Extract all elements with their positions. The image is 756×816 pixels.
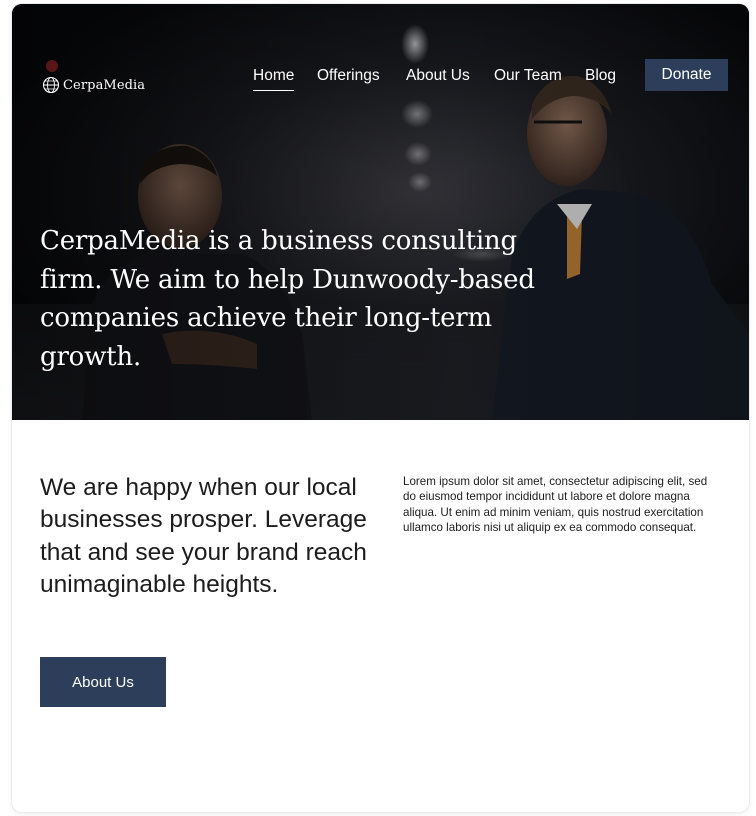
hero-headline: CerpaMedia is a business consulting firm… xyxy=(40,226,535,372)
hero-section: CerpaMedia Home Offerings About Us Our T… xyxy=(12,4,749,420)
donate-button[interactable]: Donate xyxy=(645,59,728,91)
brand-logo[interactable]: CerpaMedia xyxy=(42,76,145,94)
brand-name: CerpaMedia xyxy=(63,77,146,93)
nav-item-about-us[interactable]: About Us xyxy=(406,66,470,86)
about-us-button[interactable]: About Us xyxy=(40,657,166,707)
content-body-text: Lorem ipsum dolor sit amet, consectetur … xyxy=(403,475,708,535)
page-frame: CerpaMedia Home Offerings About Us Our T… xyxy=(12,4,749,812)
nav-item-blog[interactable]: Blog xyxy=(585,66,616,86)
nav-item-offerings[interactable]: Offerings xyxy=(317,66,380,86)
nav-item-home[interactable]: Home xyxy=(253,66,295,91)
nav-item-our-team[interactable]: Our Team xyxy=(494,66,562,86)
content-heading: We are happy when our local businesses p… xyxy=(40,474,367,599)
globe-icon xyxy=(42,76,60,94)
